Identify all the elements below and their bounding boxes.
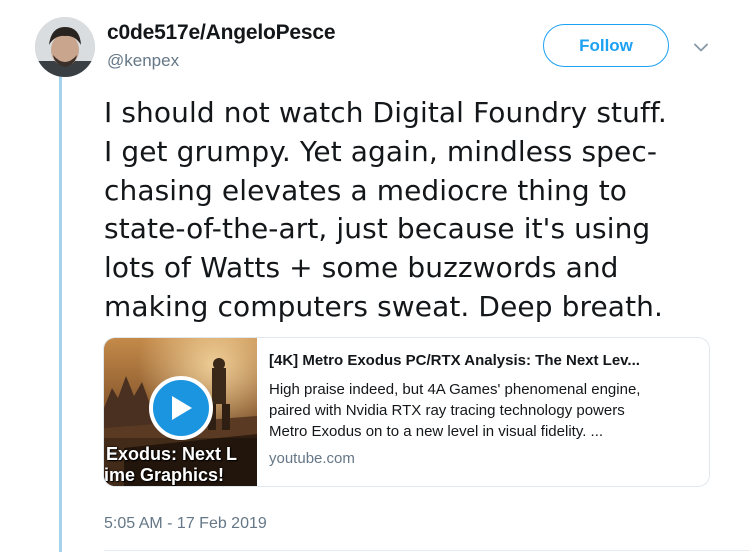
- play-icon: [172, 396, 192, 420]
- follow-button[interactable]: Follow: [543, 24, 669, 67]
- link-preview-card[interactable]: Exodus: Next L ime Graphics! [4K] Metro …: [103, 337, 710, 487]
- thumbnail-caption-line-1: Exodus: Next L: [106, 444, 238, 464]
- more-options-button[interactable]: [690, 38, 712, 56]
- thread-line: [59, 76, 62, 552]
- chevron-down-icon: [694, 43, 708, 51]
- card-title[interactable]: [4K] Metro Exodus PC/RTX Analysis: The N…: [269, 352, 699, 369]
- card-description: High praise indeed, but 4A Games' phenom…: [269, 381, 641, 440]
- video-thumbnail[interactable]: Exodus: Next L ime Graphics!: [104, 338, 257, 486]
- author-avatar[interactable]: [35, 17, 95, 77]
- tweet-timestamp[interactable]: 5:05 AM - 17 Feb 2019: [104, 515, 267, 533]
- card-domain: youtube.com: [269, 450, 355, 467]
- thumbnail-caption-line-2: ime Graphics!: [104, 465, 225, 485]
- avatar-image: [35, 17, 95, 77]
- divider: [104, 550, 750, 551]
- author-display-name[interactable]: c0de517e/AngeloPesce: [107, 21, 336, 45]
- play-button[interactable]: [149, 376, 213, 440]
- tweet-text: I should not watch Digital Foundry stuff…: [104, 96, 667, 323]
- author-handle[interactable]: @kenpex: [107, 51, 179, 71]
